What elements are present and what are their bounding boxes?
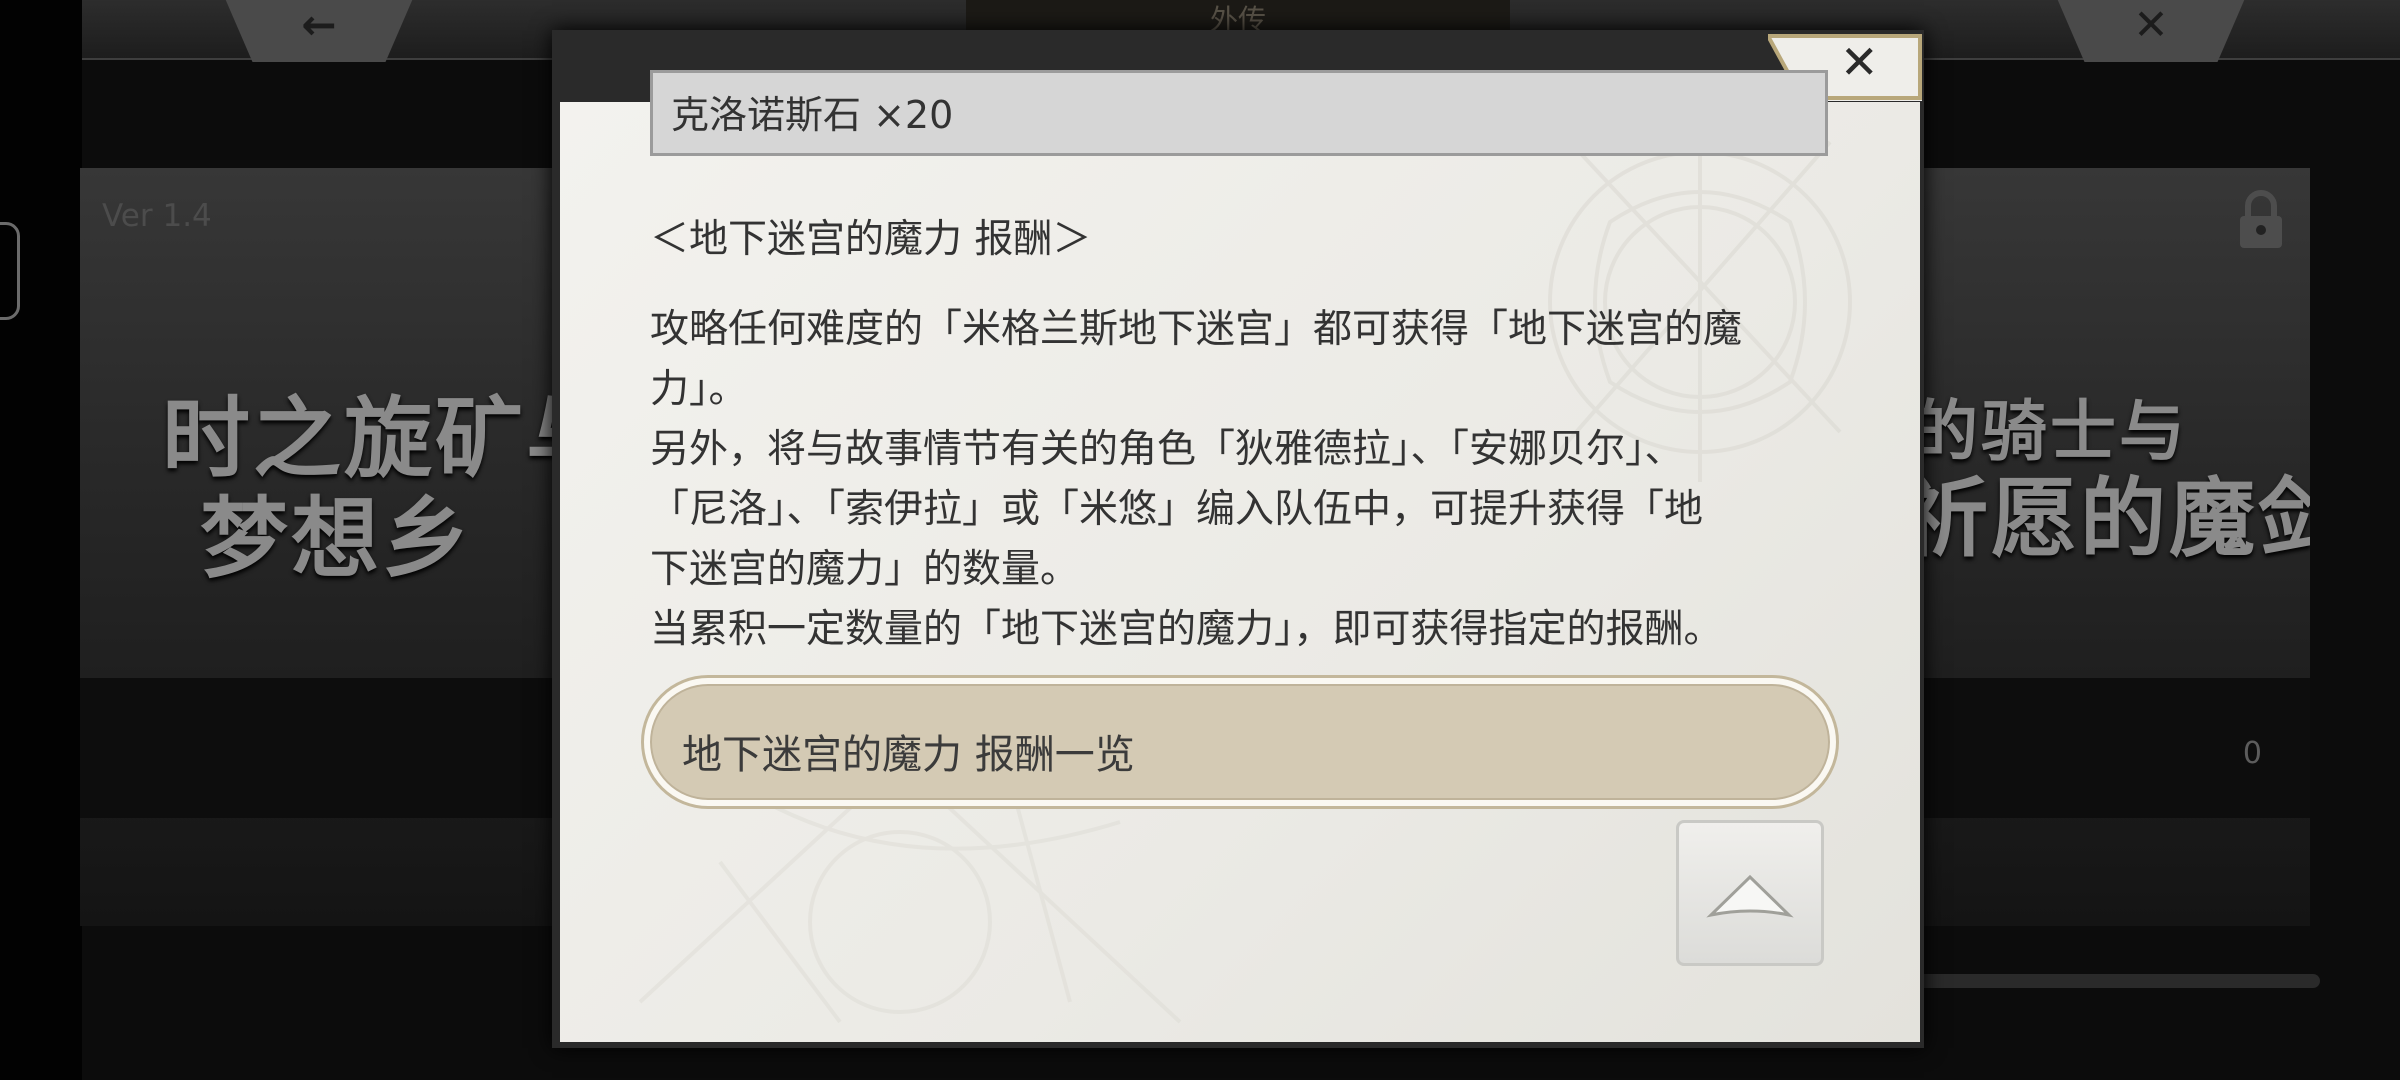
side-strip <box>0 0 82 1080</box>
scroll-to-top-button[interactable] <box>1676 820 1824 966</box>
description-line: 下迷宫的魔力」的数量。 <box>650 547 1080 592</box>
version-label: Ver 1.4 <box>102 198 212 234</box>
close-button[interactable]: ✕ <box>2056 0 2246 62</box>
section-heading: ＜地下迷宫的魔力 报酬＞ <box>650 217 1092 262</box>
back-button[interactable]: ← <box>224 0 414 62</box>
reward-item-box: 克洛诺斯石 ×20 <box>650 70 1828 156</box>
progress-count: 0 <box>2242 736 2262 771</box>
description-line: 另外，将与故事情节有关的角色「狄雅德拉」、「安娜贝尔」、 <box>650 427 1684 472</box>
stage-title-line2: 祈愿的魔剑 <box>1912 468 2310 569</box>
reward-item-text: 克洛诺斯石 ×20 <box>671 93 954 137</box>
arrow-left-icon: ← <box>301 0 337 49</box>
reward-list-button-label: 地下迷宫的魔力 报酬一览 <box>682 732 1135 778</box>
description-line: 力」。 <box>650 367 748 412</box>
stage-card-left[interactable]: Ver 1.4 时之旋矿与 梦想乡 <box>80 168 600 926</box>
side-tab[interactable] <box>0 222 20 320</box>
lock-icon <box>2240 190 2282 248</box>
stage-card-right[interactable]: 的骑士与 祈愿的魔剑 0 <box>1912 168 2310 926</box>
close-icon: ✕ <box>2133 0 2169 49</box>
scrollbar[interactable] <box>1900 974 2320 988</box>
tab-side-story[interactable]: 外传 <box>966 0 1510 30</box>
close-icon: ✕ <box>1840 35 1879 89</box>
description-line: 「尼洛」、「索伊拉」或「米悠」编入队伍中，可提升获得「地 <box>650 487 1704 532</box>
reward-list-button[interactable]: 地下迷宫的魔力 报酬一览 <box>644 678 1836 806</box>
stage-title-line2: 梦想乡 <box>200 486 474 590</box>
description-line: 攻略任何难度的「米格兰斯地下迷宫」都可获得「地下迷宫的魔 <box>650 307 1743 352</box>
description-line: 当累积一定数量的「地下迷宫的魔力」，即可获得指定的报酬。 <box>650 607 1723 652</box>
triangle-up-icon <box>1706 874 1794 918</box>
